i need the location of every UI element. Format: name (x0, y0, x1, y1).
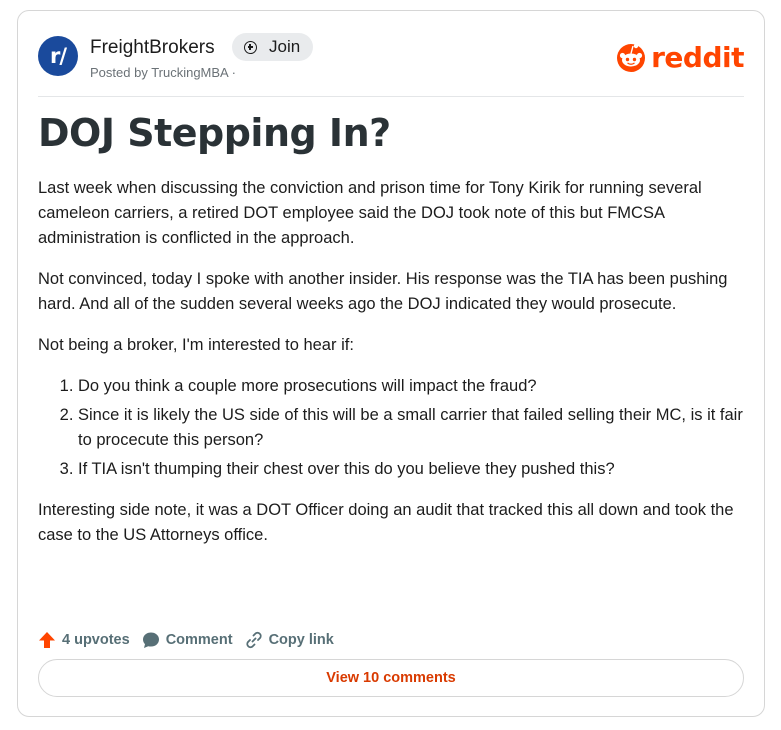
question-list: Do you think a couple more prosecutions … (38, 374, 748, 482)
header-divider (38, 96, 744, 97)
post-actions: 4 upvotes Comment Copy link (38, 628, 346, 652)
upvote-arrow-icon (39, 632, 55, 648)
join-label: Join (269, 37, 301, 56)
subreddit-name[interactable]: FreightBrokers (90, 37, 215, 59)
comment-button[interactable]: Comment (142, 631, 233, 649)
posted-by: Posted by TruckingMBA · (90, 65, 236, 80)
list-item: Do you think a couple more prosecutions … (78, 374, 748, 399)
post-header: r/ FreightBrokers Join Posted by Truckin… (38, 33, 744, 83)
upvote-count: 4 upvotes (62, 632, 130, 648)
reddit-logo[interactable]: reddit (615, 39, 744, 75)
paragraph: Not convinced, today I spoke with anothe… (38, 270, 728, 313)
view-comments-button[interactable]: View 10 comments (38, 659, 744, 697)
list-item: Since it is likely the US side of this w… (78, 403, 748, 453)
plus-circle-icon (244, 40, 257, 54)
comment-bubble-icon (142, 632, 159, 648)
copy-link-button[interactable]: Copy link (245, 631, 334, 649)
paragraph: Interesting side note, it was a DOT Offi… (38, 501, 734, 544)
list-item: If TIA isn't thumping their chest over t… (78, 457, 748, 482)
reddit-snoo-icon (617, 43, 646, 72)
link-icon (245, 631, 262, 649)
reddit-wordmark: reddit (651, 40, 744, 74)
upvote-button[interactable]: 4 upvotes (38, 631, 130, 649)
copy-link-label: Copy link (268, 632, 334, 648)
post-title: DOJ Stepping In? (38, 111, 391, 155)
comment-label: Comment (165, 632, 233, 648)
post-body: Last week when discussing the conviction… (38, 176, 748, 564)
paragraph: Last week when discussing the conviction… (38, 179, 702, 247)
post-card: r/ FreightBrokers Join Posted by Truckin… (17, 10, 765, 717)
join-button[interactable]: Join (232, 33, 314, 61)
paragraph: Not being a broker, I'm interested to he… (38, 336, 354, 354)
subreddit-avatar[interactable]: r/ (38, 36, 78, 76)
